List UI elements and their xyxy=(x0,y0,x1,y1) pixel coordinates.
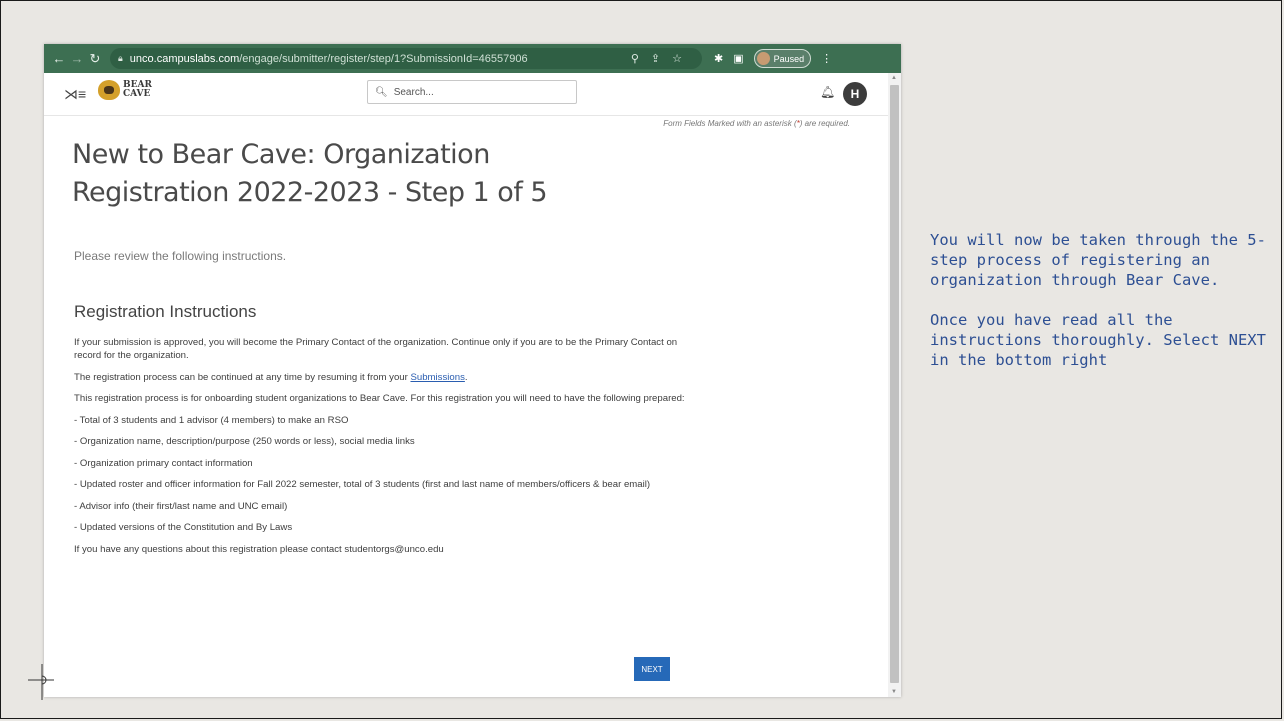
section-heading: Registration Instructions xyxy=(74,302,257,321)
zoom-icon[interactable]: ⚲ xyxy=(631,52,639,65)
profile-status: Paused xyxy=(773,53,805,64)
back-arrow-icon[interactable]: ← xyxy=(50,51,68,66)
list-item: - Organization primary contact informati… xyxy=(74,457,253,469)
notification-bell-icon[interactable]: 🔔︎ xyxy=(820,85,835,99)
page-title: New to Bear Cave: Organization Registrat… xyxy=(72,139,548,208)
user-avatar[interactable]: H xyxy=(843,82,867,106)
list-item: - Updated versions of the Constitution a… xyxy=(74,522,293,533)
url-domain: unco.campuslabs.com xyxy=(129,52,240,65)
resume-text-end: . xyxy=(464,371,468,383)
scroll-down-arrow-icon[interactable]: ▼ xyxy=(891,689,897,695)
browser-toolbar: ← → ↻ 🔒︎ unco.campuslabs.com /engage/sub… xyxy=(44,44,901,73)
instruction-resume: The registration process can be continue… xyxy=(74,371,694,384)
list-item: - Organization name, description/purpose… xyxy=(74,436,415,447)
url-path: /engage/submitter/register/step/1?Submis… xyxy=(239,52,528,65)
logo-wordmark: BEAR CAVE xyxy=(123,81,152,99)
extensions-puzzle-icon[interactable]: ✱ xyxy=(714,52,723,65)
share-icon[interactable]: ⇪ xyxy=(651,52,660,65)
scroll-up-arrow-icon[interactable]: ▲ xyxy=(891,75,897,81)
page-scrollbar[interactable]: ▲ ▼ xyxy=(888,73,901,697)
lock-icon: 🔒︎ xyxy=(118,53,123,63)
crosshair-cursor-icon xyxy=(28,664,54,700)
forward-arrow-icon[interactable]: → xyxy=(68,51,86,66)
reload-icon[interactable]: ↻ xyxy=(86,51,104,67)
required-note-text-end: ) are required. xyxy=(799,119,850,128)
address-bar-actions: ⚲ ⇪ ☆ xyxy=(631,52,682,65)
bear-mascot-icon xyxy=(98,80,120,100)
app-header: ⋊≡ BEAR CAVE 🔍︎ Search... 🔔︎ H xyxy=(44,73,888,116)
side-note-para-2: Once you have read all the instructions … xyxy=(930,311,1266,369)
list-item: - Updated roster and officer information… xyxy=(74,479,651,490)
next-button[interactable]: NEXT xyxy=(634,657,670,681)
search-input[interactable]: 🔍︎ Search... xyxy=(367,80,577,104)
instructions-body: If your submission is approved, you will… xyxy=(74,336,694,564)
instruction-onboarding: This registration process is for onboard… xyxy=(74,393,685,404)
search-icon: 🔍︎ xyxy=(375,86,388,98)
submissions-link[interactable]: Submissions xyxy=(410,372,464,383)
sidebar-toggle-icon[interactable]: ⋊≡ xyxy=(64,86,86,103)
extension-area: ✱ ▣ Paused ⋮ xyxy=(714,49,832,68)
required-note-text: Form Fields Marked with an asterisk ( xyxy=(663,119,797,128)
instruction-questions: If you have any questions about this reg… xyxy=(74,543,444,555)
scrollbar-thumb[interactable] xyxy=(890,85,899,683)
required-fields-note: Form Fields Marked with an asterisk (*) … xyxy=(663,119,850,128)
profile-avatar xyxy=(756,52,770,65)
side-note-para-1: You will now be taken through the 5-step… xyxy=(930,231,1266,289)
side-note: You will now be taken through the 5-step… xyxy=(930,230,1270,390)
resume-text: The registration process can be continue… xyxy=(74,371,411,383)
registration-form: Form Fields Marked with an asterisk (*) … xyxy=(44,116,888,697)
bookmark-star-icon[interactable]: ☆ xyxy=(672,52,682,65)
list-item: - Advisor info (their first/last name an… xyxy=(74,500,288,512)
intro-text: Please review the following instructions… xyxy=(74,249,287,263)
search-placeholder: Search... xyxy=(393,86,434,98)
browser-window: ← → ↻ 🔒︎ unco.campuslabs.com /engage/sub… xyxy=(44,44,901,697)
address-bar[interactable]: 🔒︎ unco.campuslabs.com /engage/submitter… xyxy=(110,48,702,69)
list-item: - Total of 3 students and 1 advisor (4 m… xyxy=(74,414,349,426)
browser-menu-icon[interactable]: ⋮ xyxy=(821,52,832,65)
profile-button[interactable]: Paused xyxy=(753,49,812,68)
instruction-approved: If your submission is approved, you will… xyxy=(74,337,678,361)
bear-cave-logo[interactable]: BEAR CAVE xyxy=(98,80,152,100)
side-panel-icon[interactable]: ▣ xyxy=(733,52,743,65)
logo-line-2: CAVE xyxy=(123,89,151,99)
